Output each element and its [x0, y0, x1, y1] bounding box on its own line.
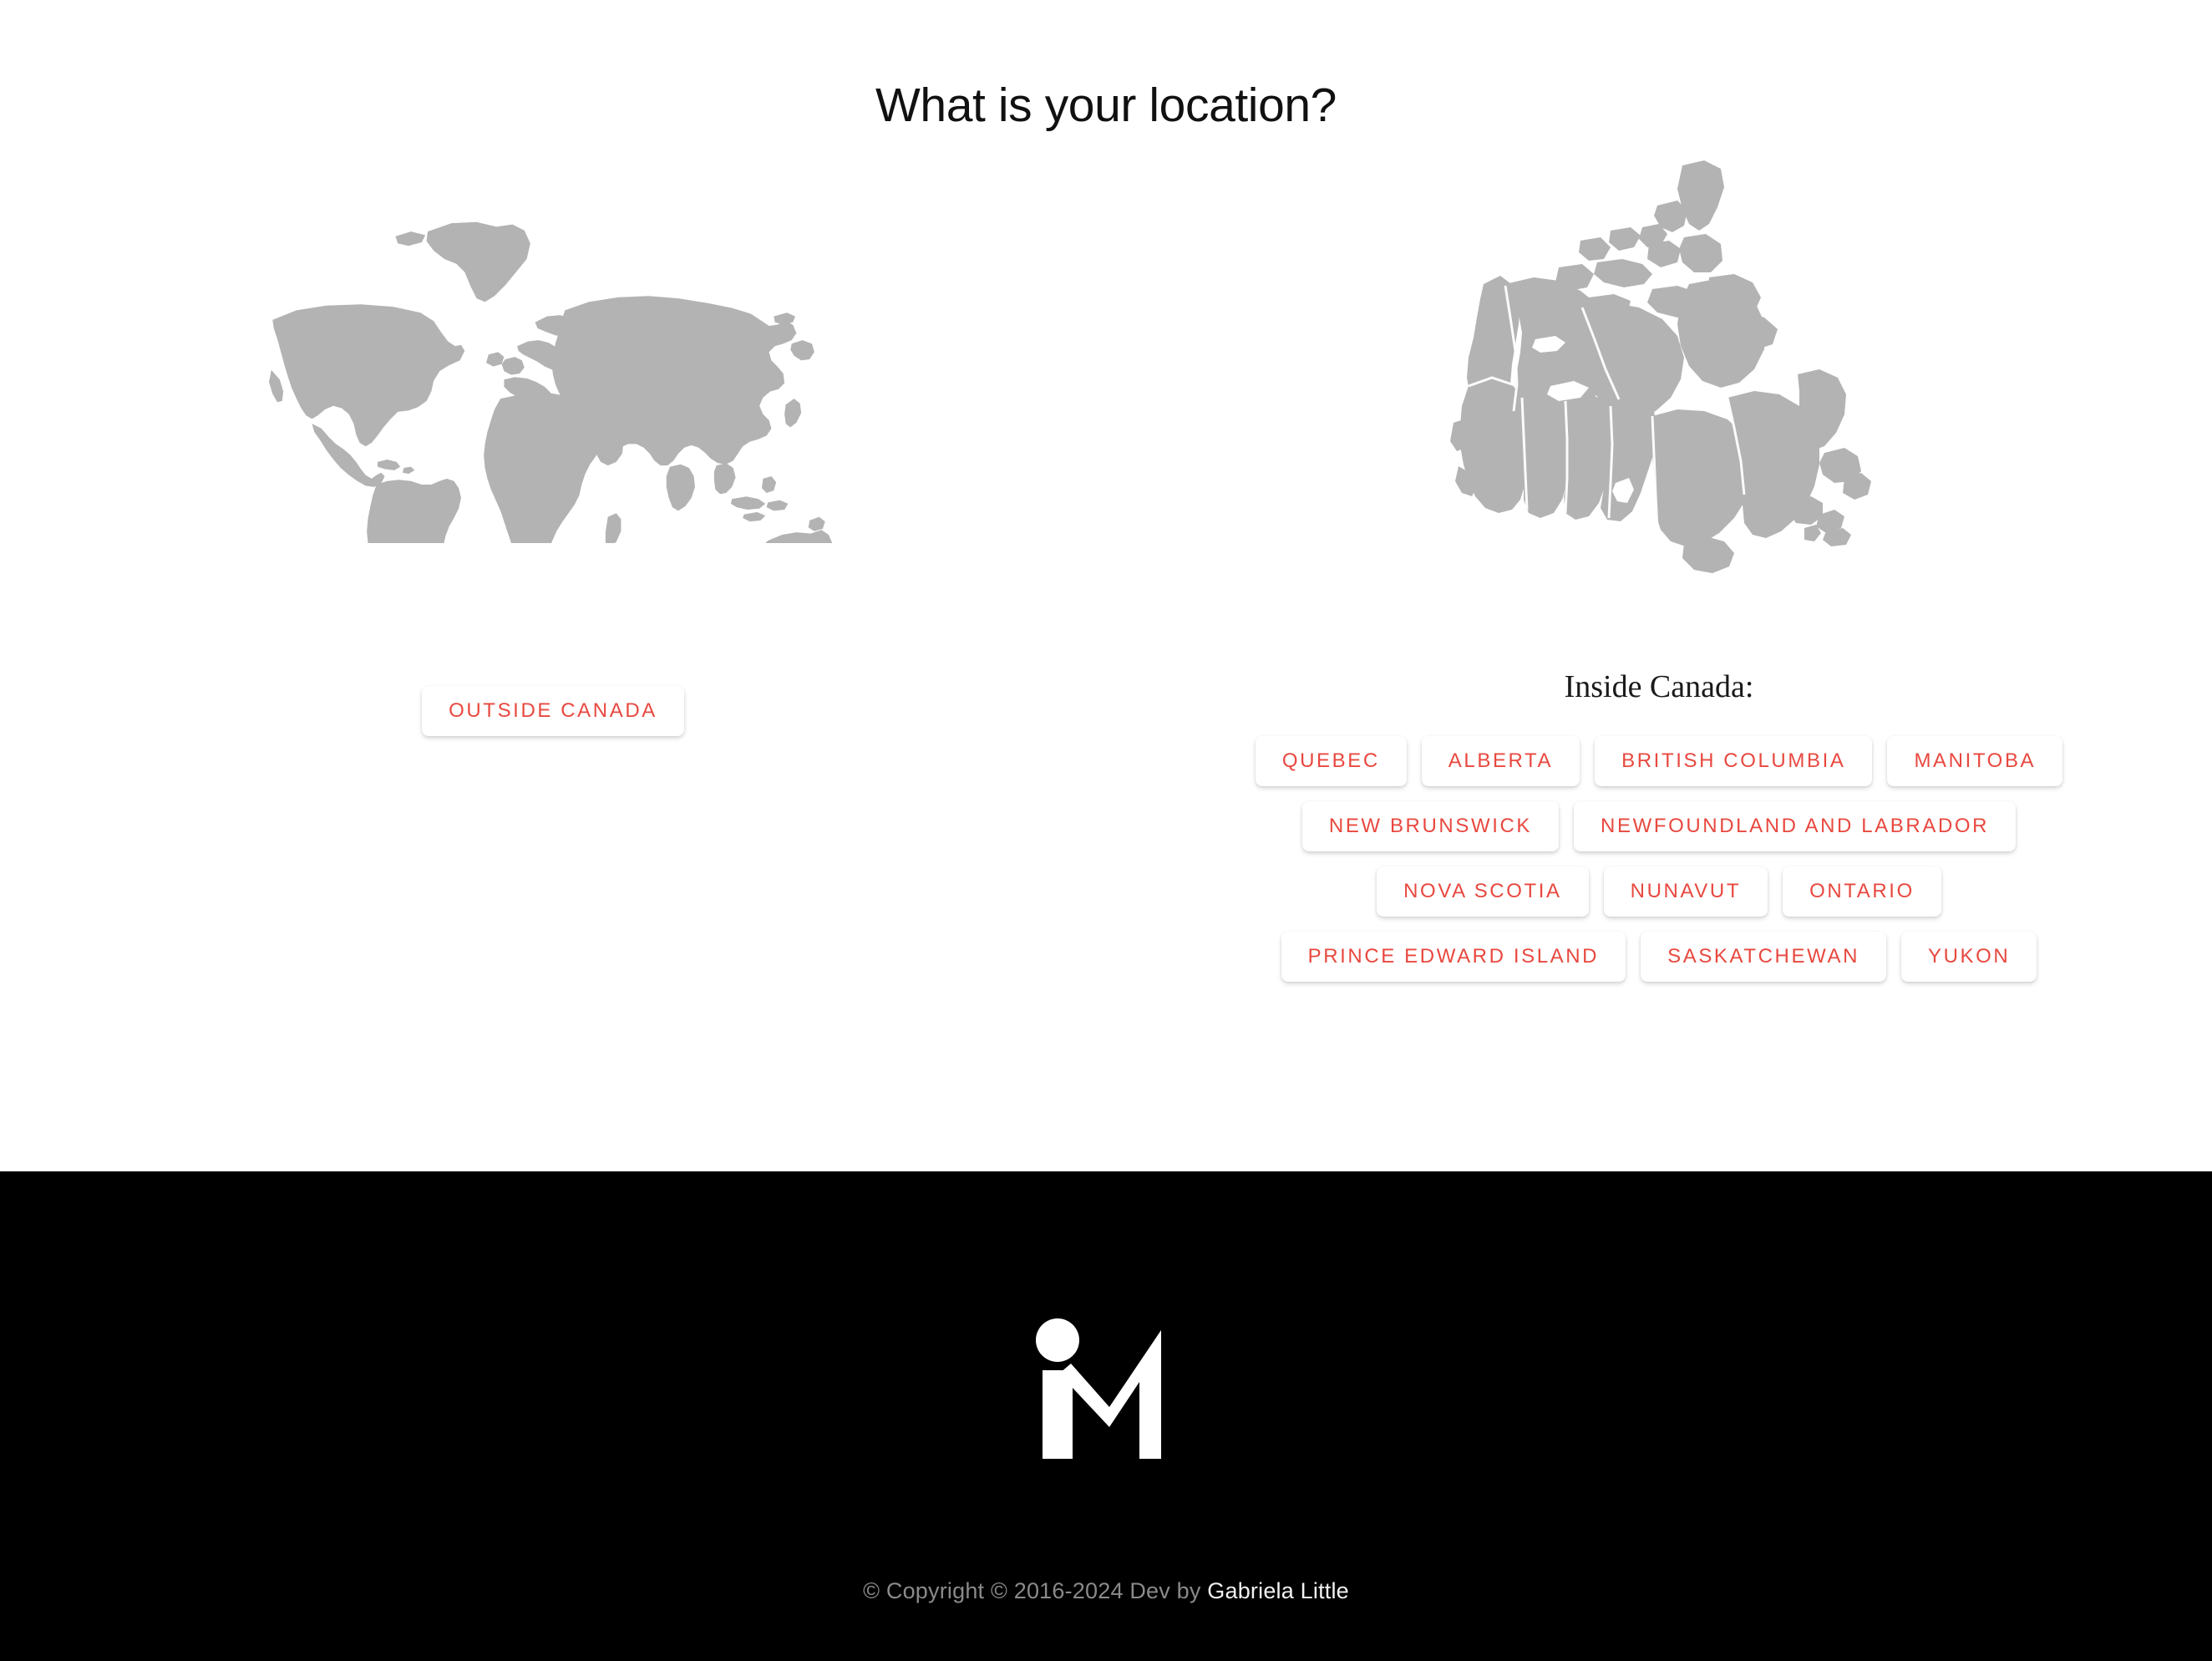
world-map-container — [0, 142, 1106, 610]
province-button-prince-edward-island[interactable]: Prince Edward Island — [1281, 931, 1626, 982]
province-button-alberta[interactable]: Alberta — [1421, 735, 1580, 786]
province-button-quebec[interactable]: Quebec — [1255, 735, 1407, 786]
outside-canada-button-row: Outside Canada — [0, 678, 1106, 744]
province-button-newfoundland-and-labrador[interactable]: Newfoundland and Labrador — [1574, 800, 2017, 851]
page-root: What is your location? OUTSIDE CANADA In… — [0, 0, 2212, 1661]
canada-map-container — [1106, 142, 2212, 610]
outside-canada-column: Outside Canada — [0, 142, 1106, 989]
province-button-nova-scotia[interactable]: Nova Scotia — [1377, 866, 1589, 917]
province-button-british-columbia[interactable]: British Columbia — [1595, 735, 1873, 786]
outside-canada-button[interactable]: Outside Canada — [422, 686, 684, 737]
province-button-manitoba[interactable]: Manitoba — [1887, 735, 2063, 786]
location-columns: Outside Canada — [0, 142, 2212, 989]
canada-map-icon — [1450, 160, 1871, 574]
author-link[interactable]: Gabriela Little — [1207, 1578, 1349, 1603]
province-button-yukon[interactable]: Yukon — [1901, 931, 2037, 982]
site-footer: © Copyright © 2016-2024 Dev by Gabriela … — [0, 1171, 2212, 1661]
province-button-saskatchewan[interactable]: Saskatchewan — [1641, 931, 1887, 982]
inside-canada-heading: Inside Canada: — [1564, 669, 1754, 705]
main-content: What is your location? OUTSIDE CANADA In… — [0, 0, 2212, 1171]
province-button-nunavut[interactable]: Nunavut — [1603, 866, 1768, 917]
province-button-ontario[interactable]: Ontario — [1783, 866, 1941, 917]
province-button-row: Quebec Alberta British Columbia Manitoba New… — [1246, 729, 2072, 989]
footer-copyright: © Copyright © 2016-2024 Dev by Gabriela … — [0, 1578, 2212, 1604]
copyright-text: © Copyright © 2016-2024 Dev by — [863, 1578, 1208, 1603]
province-button-new-brunswick[interactable]: New Brunswick — [1301, 800, 1560, 851]
im-monogram-logo-icon — [1036, 1318, 1161, 1459]
page-title: What is your location? — [875, 79, 1337, 132]
world-map-icon — [269, 222, 833, 544]
inside-canada-column: Inside Canada: Quebec Alberta British Colu… — [1106, 142, 2212, 989]
province-button-grid: Quebec Alberta British Columbia Manitoba New… — [1246, 729, 2072, 989]
